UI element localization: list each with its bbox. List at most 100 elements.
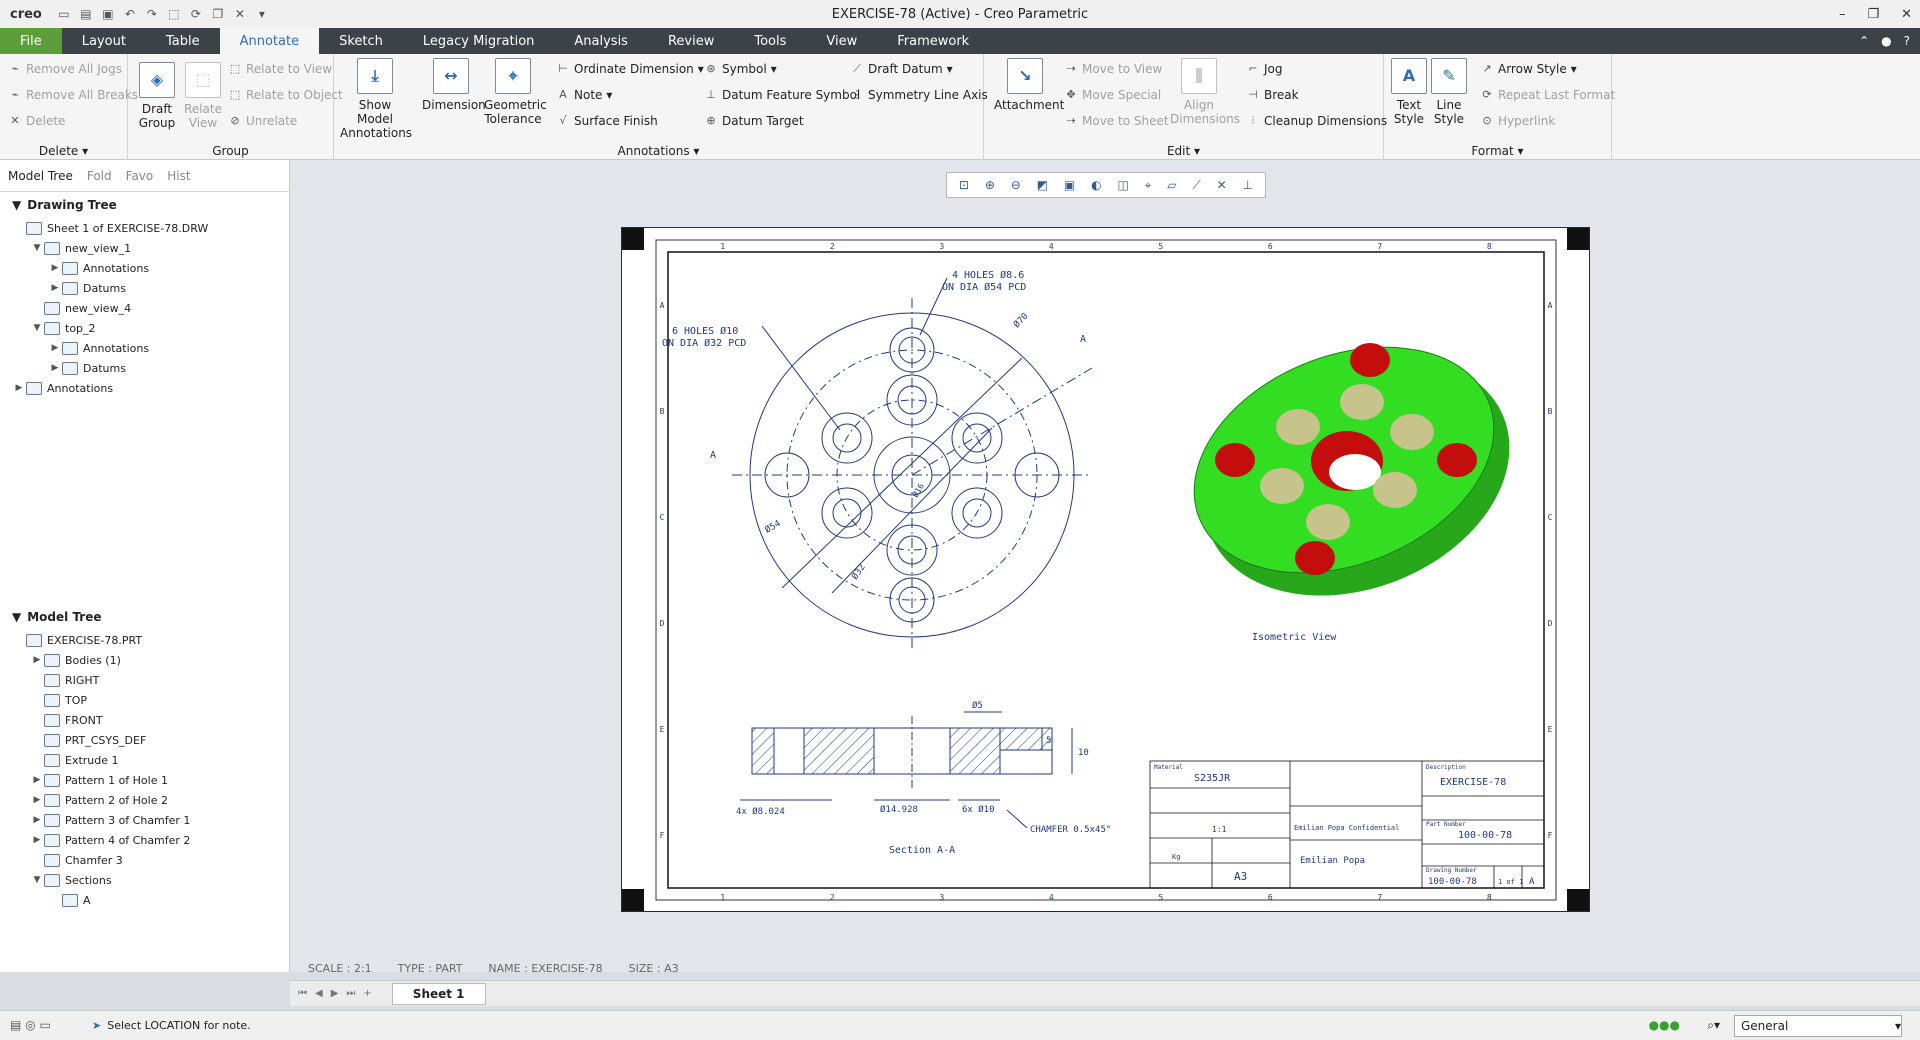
next-sheet-icon[interactable]: ▶ <box>331 988 339 999</box>
tab-review[interactable]: Review <box>648 28 734 54</box>
tree-item[interactable]: ▶ Bodies (1) <box>0 650 289 670</box>
cleanup-dimensions-button[interactable]: ⫶ Cleanup Dimensions <box>1246 114 1388 128</box>
file-menu[interactable]: File <box>0 28 62 54</box>
zoom-out-icon[interactable]: ⊖ <box>1011 178 1021 192</box>
expand-icon[interactable]: ▶ <box>30 835 44 845</box>
relate-to-object[interactable]: ⬚ Relate to Object <box>228 88 343 102</box>
symbol-button[interactable]: ⊛ Symbol ▾ <box>704 62 776 76</box>
chamfer-label[interactable]: CHAMFER 0.5x45° <box>1030 825 1111 835</box>
expand-icon[interactable]: ▶ <box>30 815 44 825</box>
shading-icon[interactable]: ◐ <box>1091 178 1101 192</box>
note-6-holes-pcd[interactable]: ON DIA Ø32 PCD <box>662 337 746 349</box>
move-special[interactable]: ✥ Move Special <box>1064 88 1161 102</box>
tab-tools[interactable]: Tools <box>734 28 806 54</box>
remove-all-jogs[interactable]: ⌁ Remove All Jogs <box>8 62 122 76</box>
add-sheet-icon[interactable]: + <box>363 988 371 999</box>
note-6-holes[interactable]: 6 HOLES Ø10 <box>672 325 738 337</box>
line-style-button[interactable]: ✎ Line Style <box>1430 58 1468 126</box>
tb-description[interactable]: EXERCISE-78 <box>1440 777 1506 788</box>
open-icon[interactable]: ▤ <box>78 6 94 22</box>
relate-to-view[interactable]: ⬚ Relate to View <box>228 62 332 76</box>
redo-icon[interactable]: ↷ <box>144 6 160 22</box>
tree-item[interactable]: ▶ Annotations <box>0 338 289 358</box>
collapse-icon[interactable]: ▼ <box>30 875 44 885</box>
find-icon[interactable]: ⌕▾ <box>1707 1018 1720 1033</box>
tb-weight[interactable]: Kg <box>1172 853 1180 861</box>
last-sheet-icon[interactable]: ⏭ <box>346 988 355 999</box>
tab-legacy-migration[interactable]: Legacy Migration <box>403 28 555 54</box>
datum-display-icon[interactable]: ⌖ <box>1145 178 1152 193</box>
axis-icon[interactable]: ⟋ <box>1192 178 1200 193</box>
tree-item[interactable]: Chamfer 3 <box>0 850 289 870</box>
tree-item[interactable]: new_view_4 <box>0 298 289 318</box>
tree-item[interactable]: ▼ new_view_1 <box>0 238 289 258</box>
maximize-icon[interactable]: ❐ <box>1867 7 1879 22</box>
section-view-label[interactable]: Section A-A <box>889 845 955 856</box>
expand-icon[interactable]: ▶ <box>30 775 44 785</box>
draft-group-button[interactable]: ◈ Draft Group <box>136 62 178 130</box>
new-icon[interactable]: ▭ <box>56 6 72 22</box>
display-style-icon[interactable]: ▣ <box>1064 178 1075 192</box>
drawing-tree-header[interactable]: ▼ Drawing Tree <box>0 192 289 218</box>
customize-icon[interactable]: ▾ <box>254 6 270 22</box>
tab-favorites[interactable]: Favo <box>126 169 154 183</box>
prev-sheet-icon[interactable]: ◀ <box>315 988 323 999</box>
dim-14-label[interactable]: Ø14.928 <box>880 804 918 815</box>
symmetry-line-axis-button[interactable]: ⋮ Symmetry Line Axis <box>850 88 988 102</box>
expand-icon[interactable]: ▶ <box>48 363 62 373</box>
hyperlink-button[interactable]: ⊙ Hyperlink <box>1480 114 1555 128</box>
tab-layout[interactable]: Layout <box>62 28 146 54</box>
dim-10-label[interactable]: 10 <box>1078 748 1089 758</box>
select-box-icon[interactable]: ⬚ <box>166 6 182 22</box>
first-sheet-icon[interactable]: ⏮ <box>298 988 307 999</box>
note-button[interactable]: A Note ▾ <box>556 88 612 102</box>
minimize-icon[interactable]: – <box>1839 7 1846 22</box>
note-4-holes-pcd[interactable]: ON DIA Ø54 PCD <box>942 281 1026 293</box>
tree-item[interactable]: EXERCISE-78.PRT <box>0 630 289 650</box>
note-4-holes[interactable]: 4 HOLES Ø8.6 <box>952 269 1024 281</box>
tb-confidential[interactable]: Emilian Popa Confidential <box>1294 824 1399 832</box>
attachment-button[interactable]: ↘ Attachment <box>994 58 1064 112</box>
jog-button[interactable]: ⌐ Jog <box>1246 62 1282 76</box>
geometric-tolerance-button[interactable]: ⌖ Geometric Tolerance <box>484 58 547 126</box>
dim-32-label[interactable]: Ø32 <box>849 562 867 582</box>
tree-item[interactable]: RIGHT <box>0 670 289 690</box>
undo-icon[interactable]: ↶ <box>122 6 138 22</box>
relate-view-button[interactable]: ⬚ Relate View <box>182 62 224 130</box>
tree-item[interactable]: ▶ Pattern 3 of Chamfer 1 <box>0 810 289 830</box>
tab-sketch[interactable]: Sketch <box>319 28 403 54</box>
tree-item[interactable]: ▶ Pattern 2 of Hole 2 <box>0 790 289 810</box>
tree-item[interactable]: Sheet 1 of EXERCISE-78.DRW <box>0 218 289 238</box>
arrow-style-button[interactable]: ↗ Arrow Style ▾ <box>1480 62 1576 76</box>
show-model-annotations-button[interactable]: ⤓ Show Model Annotations <box>340 58 412 140</box>
help-icon[interactable]: ? <box>1904 34 1910 48</box>
tb-sheet-size[interactable]: A3 <box>1234 870 1247 883</box>
close-window-icon[interactable]: ✕ <box>232 6 248 22</box>
tab-analysis[interactable]: Analysis <box>554 28 648 54</box>
tree-item[interactable]: TOP <box>0 690 289 710</box>
tree-item[interactable]: Extrude 1 <box>0 750 289 770</box>
expand-icon[interactable]: ▶ <box>48 283 62 293</box>
expand-icon[interactable]: ▶ <box>12 383 26 393</box>
dim-5-label[interactable]: Ø5 <box>972 700 983 711</box>
regenerate-icon[interactable]: ⟳ <box>188 6 204 22</box>
move-to-sheet[interactable]: ⇢ Move to Sheet <box>1064 114 1168 128</box>
tb-scale[interactable]: 1:1 <box>1212 825 1227 834</box>
break-button[interactable]: ⊣ Break <box>1246 88 1298 102</box>
text-style-button[interactable]: A Text Style <box>1390 58 1428 126</box>
tb-drawing-number[interactable]: 100-00-78 <box>1428 877 1477 887</box>
tb-sheet[interactable]: 1 of 1 <box>1498 878 1523 886</box>
tb-part-number[interactable]: 100-00-78 <box>1458 830 1512 841</box>
tab-history[interactable]: Hist <box>167 169 190 183</box>
tree-item[interactable]: ▶ Pattern 1 of Hole 1 <box>0 770 289 790</box>
expand-icon[interactable]: ▶ <box>48 343 62 353</box>
tree-item[interactable]: ▼ top_2 <box>0 318 289 338</box>
delete-group-title[interactable]: Delete ▾ <box>0 144 127 158</box>
regeneration-status-icon[interactable]: ●●● <box>1649 1018 1680 1032</box>
tb-material[interactable]: S235JR <box>1194 773 1231 784</box>
point-icon[interactable]: ✕ <box>1217 178 1227 192</box>
remove-all-breaks[interactable]: ⌁ Remove All Breaks <box>8 88 138 102</box>
unrelate[interactable]: ⊘ Unrelate <box>228 114 297 128</box>
tab-annotate[interactable]: Annotate <box>219 28 320 54</box>
tree-item[interactable]: PRT_CSYS_DEF <box>0 730 289 750</box>
